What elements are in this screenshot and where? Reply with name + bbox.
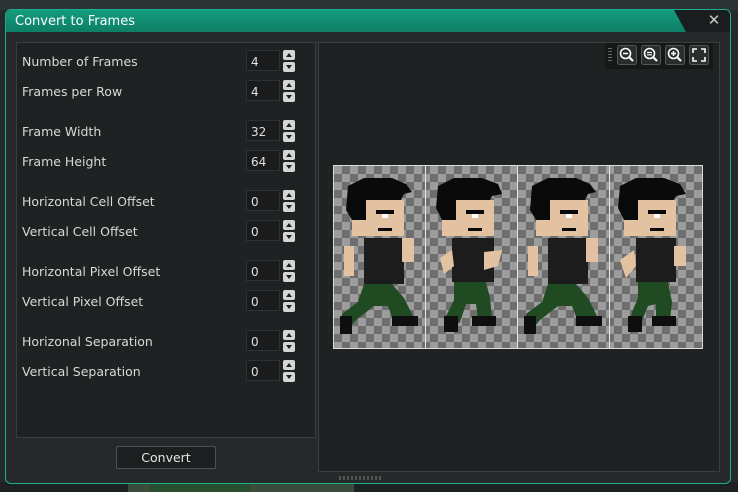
field-label: Vertical Cell Offset bbox=[22, 224, 138, 239]
vertical-pixel-offset-input-box[interactable] bbox=[246, 290, 280, 312]
frame-width-input[interactable] bbox=[247, 122, 279, 142]
spin-up-button[interactable] bbox=[283, 150, 295, 160]
field-number-of-frames: Number of Frames bbox=[17, 50, 317, 72]
field-label: Frame Height bbox=[22, 154, 107, 169]
field-label: Horizontal Cell Offset bbox=[22, 194, 155, 209]
resize-grip-icon[interactable] bbox=[339, 476, 383, 480]
field-vertical-separation: Vertical Separation bbox=[17, 360, 317, 382]
frame-cell bbox=[426, 166, 518, 348]
dialog-titlebar[interactable]: Convert to Frames ✕ bbox=[6, 10, 730, 32]
spin-down-button[interactable] bbox=[283, 202, 295, 212]
spin-up-button[interactable] bbox=[283, 120, 295, 130]
field-label: Horizonal Separation bbox=[22, 334, 153, 349]
zoom-in-icon[interactable] bbox=[665, 45, 685, 65]
field-label: Vertical Pixel Offset bbox=[22, 294, 144, 309]
field-horizontal-cell-offset: Horizontal Cell Offset bbox=[17, 190, 317, 212]
sprite-strip-preview bbox=[333, 165, 703, 349]
frame-height-spinner[interactable] bbox=[283, 150, 295, 172]
number-of-frames-spinner[interactable] bbox=[283, 50, 295, 72]
close-icon[interactable]: ✕ bbox=[706, 12, 722, 28]
horizontal-cell-offset-spinner[interactable] bbox=[283, 190, 295, 212]
number-of-frames-input-box[interactable] bbox=[246, 50, 280, 72]
frame-width-spinner[interactable] bbox=[283, 120, 295, 142]
field-frames-per-row: Frames per Row bbox=[17, 80, 317, 102]
field-label: Vertical Separation bbox=[22, 364, 141, 379]
vertical-cell-offset-input-box[interactable] bbox=[246, 220, 280, 242]
spin-down-button[interactable] bbox=[283, 162, 295, 172]
spin-up-button[interactable] bbox=[283, 330, 295, 340]
zoom-out-icon[interactable] bbox=[617, 45, 637, 65]
horizontal-separation-input[interactable] bbox=[247, 332, 279, 352]
vertical-cell-offset-input[interactable] bbox=[247, 222, 279, 242]
spin-up-button[interactable] bbox=[283, 50, 295, 60]
field-horizontal-pixel-offset: Horizontal Pixel Offset bbox=[17, 260, 317, 282]
spin-down-button[interactable] bbox=[283, 232, 295, 242]
vertical-pixel-offset-spinner[interactable] bbox=[283, 290, 295, 312]
frame-cell bbox=[518, 166, 610, 348]
field-label: Frame Width bbox=[22, 124, 102, 139]
horizontal-pixel-offset-input-box[interactable] bbox=[246, 260, 280, 282]
settings-panel: Number of Frames Frames per Row Frame Wi… bbox=[16, 42, 316, 438]
horizontal-separation-spinner[interactable] bbox=[283, 330, 295, 352]
field-horizontal-separation: Horizonal Separation bbox=[17, 330, 317, 352]
vertical-separation-input-box[interactable] bbox=[246, 360, 280, 382]
spin-up-button[interactable] bbox=[283, 80, 295, 90]
frame-height-input[interactable] bbox=[247, 152, 279, 172]
vertical-separation-spinner[interactable] bbox=[283, 360, 295, 382]
field-label: Number of Frames bbox=[22, 54, 138, 69]
spin-down-button[interactable] bbox=[283, 92, 295, 102]
spin-up-button[interactable] bbox=[283, 290, 295, 300]
spin-down-button[interactable] bbox=[283, 302, 295, 312]
convert-to-frames-dialog: Convert to Frames ✕ Number of Frames Fra… bbox=[5, 9, 731, 484]
horizontal-separation-input-box[interactable] bbox=[246, 330, 280, 352]
spin-down-button[interactable] bbox=[283, 342, 295, 352]
spin-down-button[interactable] bbox=[283, 372, 295, 382]
field-frame-width: Frame Width bbox=[17, 120, 317, 142]
field-label: Horizontal Pixel Offset bbox=[22, 264, 161, 279]
spin-up-button[interactable] bbox=[283, 360, 295, 370]
convert-button[interactable]: Convert bbox=[116, 446, 216, 469]
spin-down-button[interactable] bbox=[283, 272, 295, 282]
spin-down-button[interactable] bbox=[283, 132, 295, 142]
spin-up-button[interactable] bbox=[283, 190, 295, 200]
frames-per-row-input[interactable] bbox=[247, 82, 279, 102]
field-label: Frames per Row bbox=[22, 84, 123, 99]
frames-per-row-input-box[interactable] bbox=[246, 80, 280, 102]
vertical-separation-input[interactable] bbox=[247, 362, 279, 382]
fit-screen-icon[interactable] bbox=[689, 45, 709, 65]
frame-cell bbox=[610, 166, 702, 348]
field-vertical-cell-offset: Vertical Cell Offset bbox=[17, 220, 317, 242]
frame-width-input-box[interactable] bbox=[246, 120, 280, 142]
spin-up-button[interactable] bbox=[283, 220, 295, 230]
field-vertical-pixel-offset: Vertical Pixel Offset bbox=[17, 290, 317, 312]
dialog-title: Convert to Frames bbox=[15, 14, 135, 29]
vertical-cell-offset-spinner[interactable] bbox=[283, 220, 295, 242]
preview-panel bbox=[318, 42, 720, 472]
frame-cell bbox=[334, 166, 426, 348]
zoom-toolbar bbox=[605, 43, 713, 69]
frames-per-row-spinner[interactable] bbox=[283, 80, 295, 102]
horizontal-cell-offset-input-box[interactable] bbox=[246, 190, 280, 212]
number-of-frames-input[interactable] bbox=[247, 52, 279, 72]
frame-height-input-box[interactable] bbox=[246, 150, 280, 172]
horizontal-pixel-offset-input[interactable] bbox=[247, 262, 279, 282]
spin-up-button[interactable] bbox=[283, 260, 295, 270]
horizontal-pixel-offset-spinner[interactable] bbox=[283, 260, 295, 282]
spin-down-button[interactable] bbox=[283, 62, 295, 72]
vertical-pixel-offset-input[interactable] bbox=[247, 292, 279, 312]
toolbar-grip-icon[interactable] bbox=[608, 48, 612, 62]
field-frame-height: Frame Height bbox=[17, 150, 317, 172]
horizontal-cell-offset-input[interactable] bbox=[247, 192, 279, 212]
zoom-reset-icon[interactable] bbox=[641, 45, 661, 65]
